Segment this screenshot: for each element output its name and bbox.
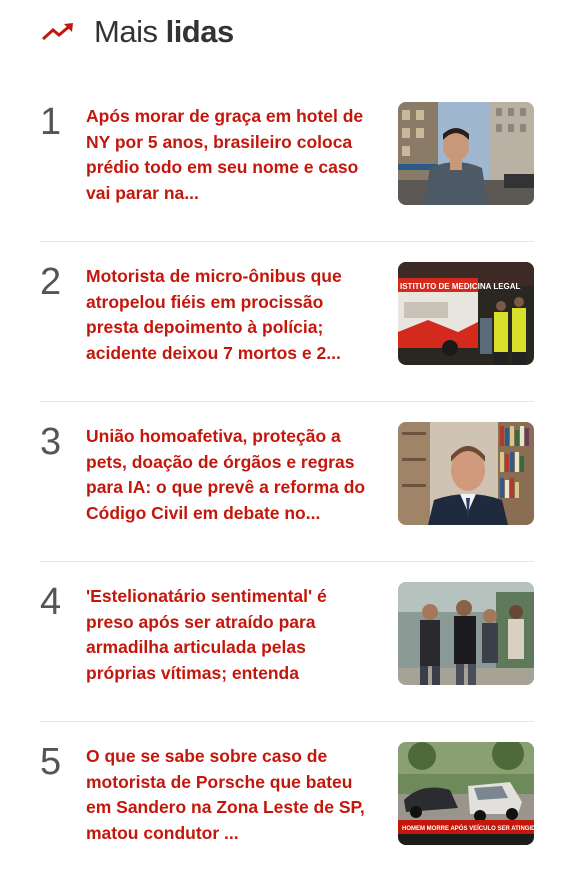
rank-number: 5 (40, 741, 62, 783)
headline-link[interactable]: União homoafetiva, proteção a pets, doaç… (86, 424, 376, 526)
section-title-bold: lidas (165, 14, 235, 49)
list-item[interactable]: 5 O que se sabe sobre caso de motorista … (40, 722, 534, 882)
rank-number: 3 (40, 421, 62, 463)
rank-number: 1 (40, 101, 62, 143)
list-item[interactable]: 4 'Estelionatário sentimental' é preso a… (40, 562, 534, 722)
headline-link[interactable]: O que se sabe sobre caso de motorista de… (86, 744, 376, 846)
wrecked-cars-news-broadcast-image[interactable]: HOMEM MORRE APÓS VEÍCULO SER ATINGIDO PO… (398, 742, 534, 845)
headline-link[interactable]: Motorista de micro-ônibus que atropelou … (86, 264, 376, 366)
ambulance-and-police-at-night-image[interactable]: ISTITUTO DE MEDICINA LEGAL (398, 262, 534, 365)
most-read-header: Mais lidas (40, 10, 234, 54)
headline-link[interactable]: Após morar de graça em hotel de NY por 5… (86, 104, 376, 206)
list-item[interactable]: 3 União homoafetiva, proteção a pets, do… (40, 402, 534, 562)
police-escorting-suspect-image[interactable] (398, 582, 534, 685)
most-read-list: 1 Após morar de graça em hotel de NY por… (40, 82, 534, 882)
headline-link[interactable]: 'Estelionatário sentimental' é preso apó… (86, 584, 376, 686)
trending-up-icon (40, 20, 76, 44)
section-title-light: Mais (94, 14, 158, 49)
man-in-front-of-new-york-hotel-image[interactable] (398, 102, 534, 205)
section-title: Mais lidas (94, 14, 234, 50)
man-in-suit-in-front-of-bookshelf-image[interactable] (398, 422, 534, 525)
list-item[interactable]: 1 Após morar de graça em hotel de NY por… (40, 82, 534, 242)
list-item[interactable]: 2 Motorista de micro-ônibus que atropelo… (40, 242, 534, 402)
news-ticker-text: HOMEM MORRE APÓS VEÍCULO SER ATINGIDO PO… (402, 824, 534, 832)
ambulance-label-text: ISTITUTO DE MEDICINA LEGAL (400, 282, 521, 291)
rank-number: 4 (40, 581, 62, 623)
rank-number: 2 (40, 261, 62, 303)
